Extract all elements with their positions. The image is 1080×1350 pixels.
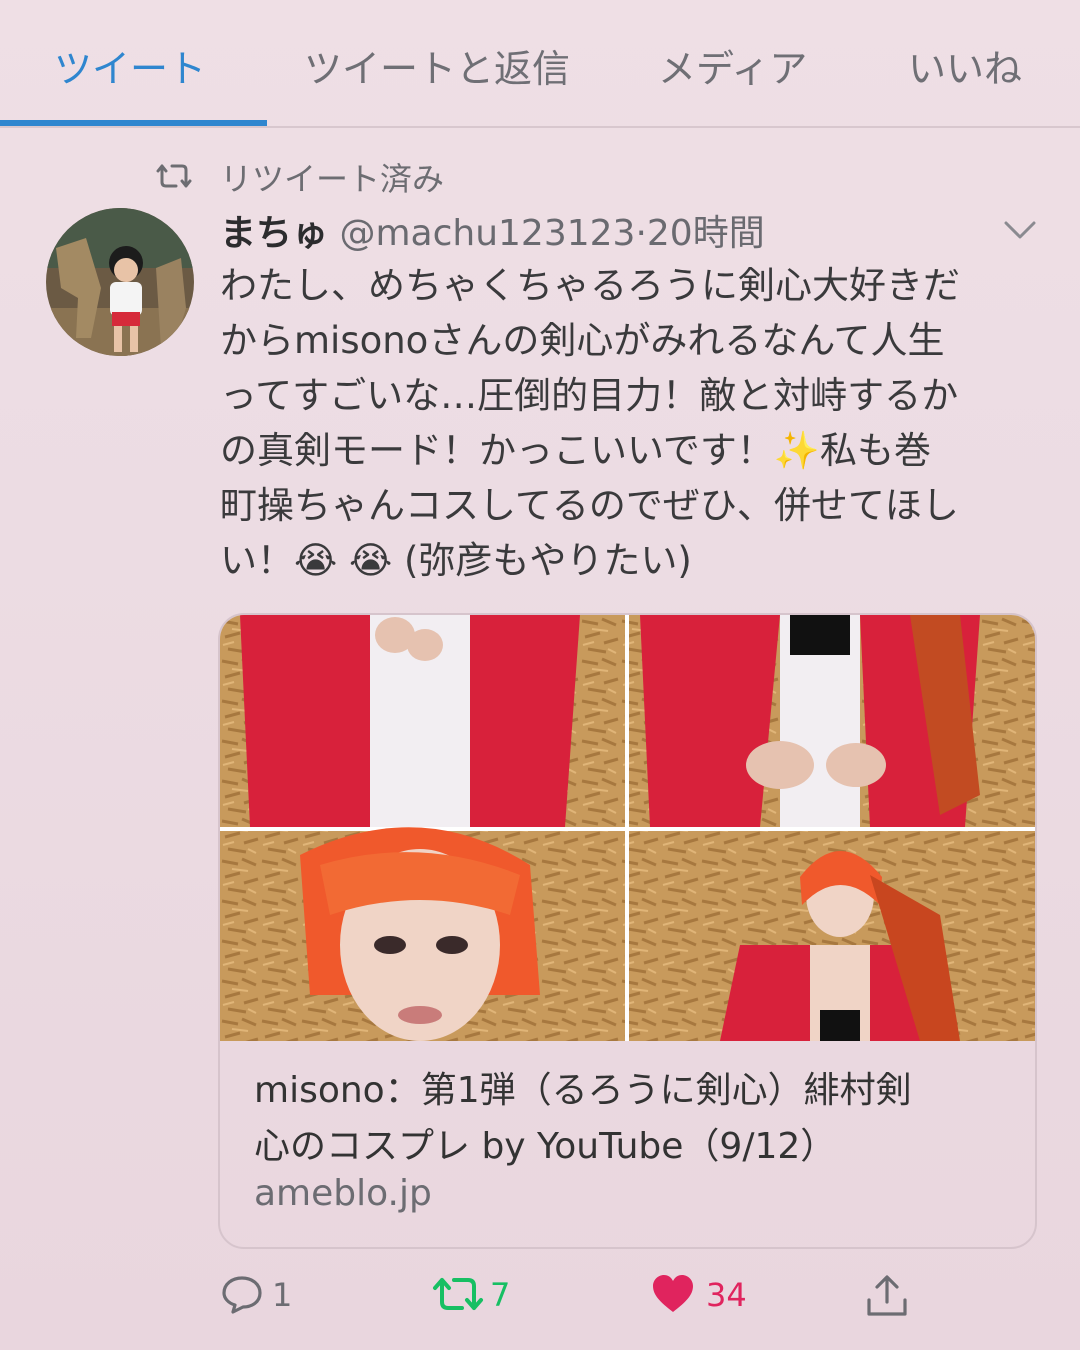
tweet-line: い！😭 😭 (弥彦もやりたい) <box>220 539 692 582</box>
active-tab-indicator <box>0 120 267 126</box>
reply-count: 1 <box>272 1276 293 1314</box>
user-handle[interactable]: @machu123123 <box>339 213 635 254</box>
link-card-title-line: misono：第1弾（るろうに剣心）緋村剣 <box>254 1070 912 1111</box>
link-card-title-line: 心のコスプレ by YouTube（9/12） <box>254 1126 837 1167</box>
tweet-line: ってすごいな…圧倒的目力！敵と対峙するか <box>220 374 959 417</box>
tweet-line: からmisonoさんの剣心がみれるなんて人生 <box>220 319 945 362</box>
tweet-line: の真剣モード！かっこいいです！✨私も巻 <box>220 429 931 472</box>
separator-dot: · <box>635 213 647 254</box>
tweet-line: 町操ちゃんコスしてるのでぜひ、併せてほし <box>220 484 959 527</box>
like-count: 34 <box>706 1276 747 1314</box>
tweet-text: わたし、めちゃくちゃるろうに剣心大好きだ からmisonoさんの剣心がみれるなん… <box>220 258 1040 588</box>
link-preview-image <box>220 615 1035 1041</box>
share-icon[interactable] <box>864 1272 910 1320</box>
retweeted-label: リツイート済み <box>220 160 445 198</box>
link-card[interactable]: misono：第1弾（るろうに剣心）緋村剣 心のコスプレ by YouTube（… <box>218 613 1037 1249</box>
display-name[interactable]: まちゅ <box>220 213 328 254</box>
avatar[interactable] <box>46 208 194 356</box>
tweet-actions: 1 7 34 <box>0 1262 1080 1332</box>
retweet-icon[interactable] <box>432 1272 484 1316</box>
profile-tabs: ツイート ツイートと返信 メディア いいね <box>0 0 1080 128</box>
tab-tweets-and-replies[interactable]: ツイートと返信 <box>304 38 570 93</box>
link-card-domain: ameblo.jp <box>254 1173 432 1214</box>
tab-likes[interactable]: いいね <box>908 38 1022 93</box>
retweet-icon <box>156 164 192 188</box>
heart-icon[interactable] <box>650 1272 696 1316</box>
tab-tweets[interactable]: ツイート <box>54 38 206 93</box>
tab-media[interactable]: メディア <box>658 38 807 93</box>
link-card-title: misono：第1弾（るろうに剣心）緋村剣 心のコスプレ by YouTube（… <box>254 1063 1014 1175</box>
tweet-line: わたし、めちゃくちゃるろうに剣心大好きだ <box>220 264 960 307</box>
tweet-header: まちゅ @machu123123·20時間 <box>220 204 765 256</box>
reply-icon[interactable] <box>220 1272 264 1316</box>
retweet-count: 7 <box>490 1276 511 1314</box>
tweet-time[interactable]: 20時間 <box>647 213 765 254</box>
chevron-down-icon[interactable] <box>1002 218 1038 242</box>
